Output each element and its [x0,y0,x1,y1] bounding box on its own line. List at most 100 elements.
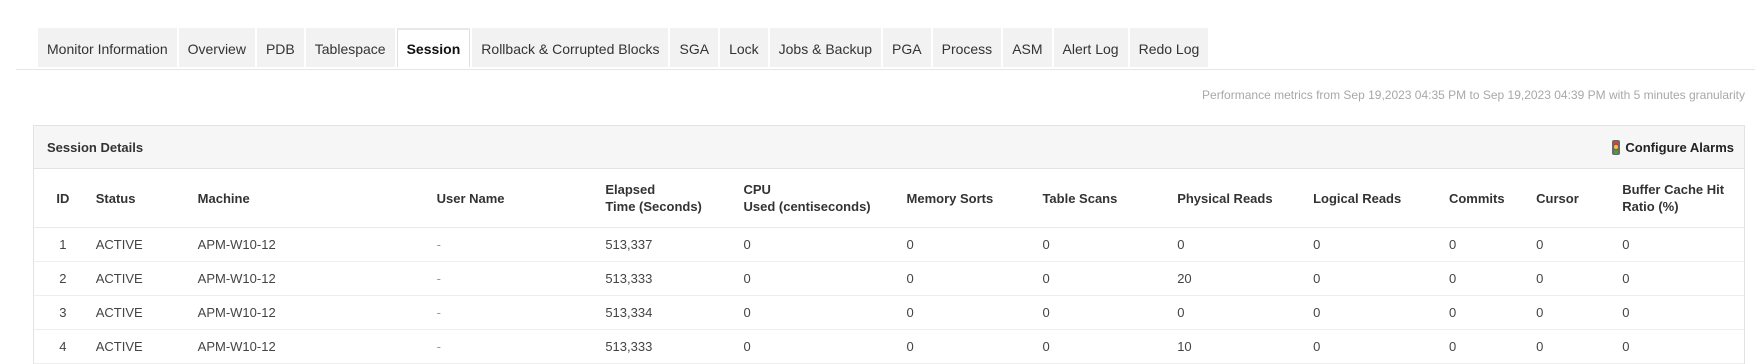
table-cell: APM-W10-12 [193,295,433,330]
traffic-light-icon [1612,139,1621,155]
column-header-text: Buffer Cache Hit [1622,182,1725,197]
table-cell: 1 [34,227,92,262]
column-header: Physical Reads [1173,169,1310,228]
table-cell: 0 [1173,227,1310,262]
table-cell: 513,334 [601,295,740,330]
table-cell: ACTIVE [91,261,194,296]
table-cell: 0 [1309,261,1445,296]
tab-tablespace[interactable]: Tablespace [305,28,395,67]
tab-redo-log[interactable]: Redo Log [1129,28,1209,67]
column-header: Status [91,169,194,228]
table-row: 3 ACTIVE APM-W10-12-513,334 0 0 0 0 0 0 0 0 [34,295,1744,330]
column-header-text: User Name [436,190,505,206]
table-cell: 0 [1309,295,1445,330]
column-header-text: Logical Reads [1313,190,1402,206]
column-header-text: Status [95,190,136,206]
column-header-text: Elapsed [605,182,656,197]
table-cell: 0 [902,329,1039,364]
table-cell: ACTIVE [91,227,194,262]
table-cell: 4 [34,329,92,364]
session-details-panel: Session Details Configure Alarms ID Statu… [33,125,1745,364]
performance-metrics-text: Performance metrics from Sep 19,2023 04:… [1202,88,1745,102]
configure-alarms-label: Configure Alarms [1625,139,1734,155]
tab-process[interactable]: Process [932,28,1002,67]
table-cell: 0 [739,329,903,364]
table-cell: 0 [1038,295,1174,330]
table-cell: APM-W10-12 [193,227,433,262]
table-cell: 0 [902,227,1039,262]
column-header: Commits [1444,169,1533,228]
panel-title: Session Details [47,139,144,155]
column-header-text: Commits [1448,190,1505,206]
table-cell: 0 [1173,295,1310,330]
table-cell: ACTIVE [91,329,194,364]
table-cell: 20 [1173,261,1310,296]
column-header: Machine [193,169,433,228]
table-cell: 0 [1038,261,1174,296]
table-cell: 0 [1532,261,1619,296]
table-cell: 0 [1444,227,1533,262]
table-cell: - [432,227,602,262]
column-header: Table Scans [1038,169,1174,228]
column-header: CPU Used (centiseconds) [739,169,903,228]
table-cell: 2 [34,261,92,296]
tab-asm[interactable]: ASM [1003,28,1052,67]
table-cell: 0 [1618,329,1744,364]
tab-rollback-corrupted-blocks[interactable]: Rollback & Corrupted Blocks [472,28,669,67]
column-header-text: Time (Seconds) [605,199,702,214]
table-cell: 0 [739,227,903,262]
table-cell: 0 [1309,329,1445,364]
column-header-text: ID [56,190,70,206]
tab-bar-divider [16,69,1755,70]
table-cell: 513,337 [601,227,740,262]
column-header-text: Ratio (%) [1622,199,1679,214]
table-cell: 0 [739,261,903,296]
tab-monitor-information[interactable]: Monitor Information [38,28,177,67]
column-header-text: Physical Reads [1177,190,1273,206]
column-header-text: Memory Sorts [906,190,994,206]
table-cell: ACTIVE [91,295,194,330]
table-cell: 0 [1309,227,1445,262]
tab-bar: Monitor Information Overview PDB Tablespace… [38,28,1210,67]
table-row: 1 ACTIVE APM-W10-12-513,337 0 0 0 0 0 0 0 0 [34,227,1744,262]
tab-session[interactable]: Session [396,28,471,67]
tab-sga[interactable]: SGA [670,28,719,67]
table-cell: 0 [1532,227,1619,262]
tab-alert-log[interactable]: Alert Log [1053,28,1128,67]
tab-lock[interactable]: Lock [720,28,768,67]
table-cell: 0 [1444,295,1533,330]
column-header: User Name [432,169,602,228]
column-header: ID [34,169,92,228]
table-cell: APM-W10-12 [193,261,433,296]
table-cell: 0 [902,295,1039,330]
table-cell: - [432,295,602,330]
column-header: Logical Reads [1309,169,1445,228]
tab-jobs-backup[interactable]: Jobs & Backup [769,28,882,67]
tab-pga[interactable]: PGA [883,28,931,67]
table-cell: 0 [1038,227,1174,262]
column-header-text: Cursor [1536,190,1579,206]
table-cell: - [432,261,602,296]
tab-pdb[interactable]: PDB [256,28,304,67]
table-cell: 10 [1173,329,1310,364]
table-cell: 0 [1532,329,1619,364]
table-header-row: ID Status Machine User Name Elapsed Time (Sec… [34,169,1744,228]
table-cell: 513,333 [601,329,740,364]
table-cell: 0 [1444,261,1533,296]
table-row: 4 ACTIVE APM-W10-12-513,333 0 0 0 10 0 0 0 0 [34,329,1744,364]
column-header: Cursor [1532,169,1619,228]
table-cell: 3 [34,295,92,330]
table-cell: 0 [1444,329,1533,364]
table-cell: 0 [1532,295,1619,330]
table-cell: 0 [1038,329,1174,364]
table-cell: 0 [1618,227,1744,262]
column-header-text: Used (centiseconds) [743,199,871,214]
table-cell: APM-W10-12 [193,329,433,364]
tab-overview[interactable]: Overview [178,28,255,67]
table-cell: 0 [1618,295,1744,330]
configure-alarms-button[interactable]: Configure Alarms [1612,139,1734,155]
column-header: Buffer Cache Hit Ratio (%) [1618,169,1744,228]
session-table: ID Status Machine User Name Elapsed Time (Sec… [34,169,1744,364]
table-cell: 0 [1618,261,1744,296]
column-header-text: Machine [197,190,250,206]
